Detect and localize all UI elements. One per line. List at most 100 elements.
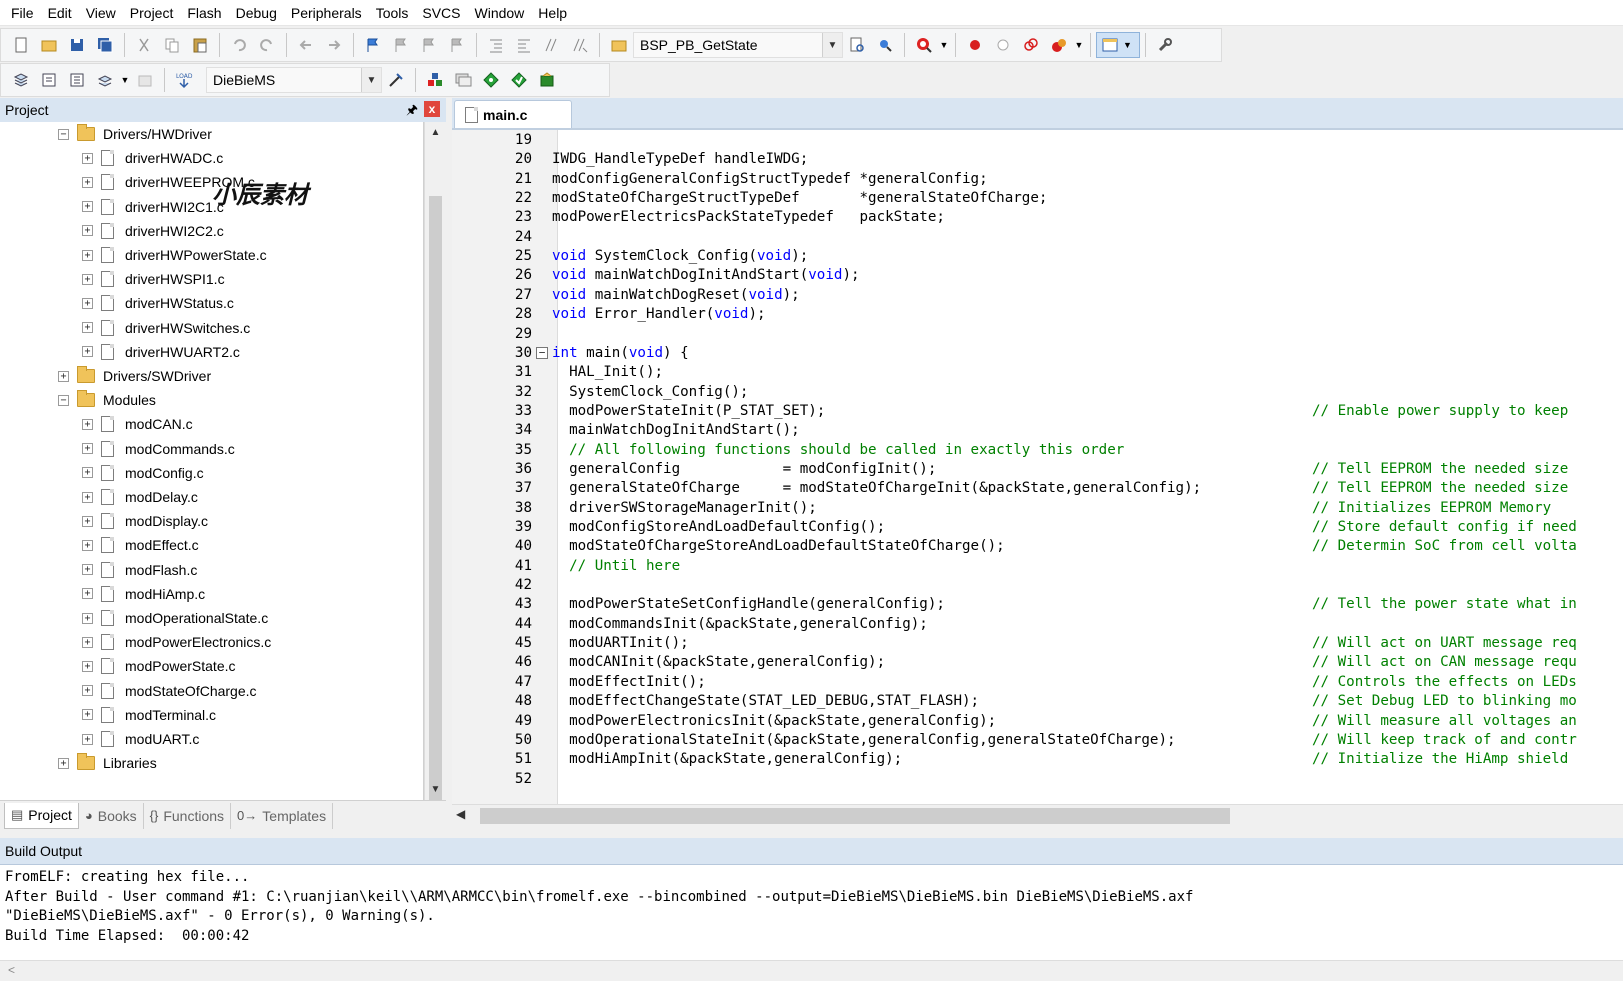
tree-file[interactable]: + driverHWStatus.c: [82, 291, 234, 315]
incremental-find-icon[interactable]: [872, 32, 898, 58]
build-icon[interactable]: [36, 67, 62, 93]
pack-installer-icon[interactable]: [506, 67, 532, 93]
menu-item-tools[interactable]: Tools: [369, 0, 416, 26]
debug-session-icon[interactable]: [911, 32, 937, 58]
function-combo[interactable]: BSP_PB_GetState ▼: [633, 32, 843, 58]
open-folder-icon[interactable]: [36, 32, 62, 58]
tree-file[interactable]: + modFlash.c: [82, 558, 197, 582]
expand-icon[interactable]: +: [82, 709, 93, 721]
save-all-icon[interactable]: [92, 32, 118, 58]
menu-item-peripherals[interactable]: Peripherals: [284, 0, 369, 26]
expand-icon[interactable]: +: [82, 564, 93, 576]
breakpoint-icon[interactable]: [962, 32, 988, 58]
tree-file[interactable]: + modUART.c: [82, 727, 199, 751]
window-layout-button[interactable]: ▼: [1096, 32, 1140, 58]
bookmark-clear-icon[interactable]: [444, 32, 470, 58]
bookmark-next-icon[interactable]: [416, 32, 442, 58]
tree-file[interactable]: + driverHWI2C1.c: [82, 195, 224, 219]
tree-folder[interactable]: + Drivers/SWDriver: [58, 364, 211, 388]
expand-icon[interactable]: +: [82, 418, 93, 430]
menu-item-project[interactable]: Project: [123, 0, 181, 26]
cut-icon[interactable]: [131, 32, 157, 58]
redo-icon[interactable]: [254, 32, 280, 58]
tree-file[interactable]: + driverHWUART2.c: [82, 340, 240, 364]
project-tree-scrollbar[interactable]: ▲ ▼: [424, 122, 446, 807]
tree-file[interactable]: + driverHWI2C2.c: [82, 219, 224, 243]
find-icon[interactable]: [844, 32, 870, 58]
expand-icon[interactable]: +: [82, 636, 93, 648]
undo-icon[interactable]: [226, 32, 252, 58]
collapse-icon[interactable]: −: [58, 128, 69, 140]
translate-icon[interactable]: [8, 67, 34, 93]
menu-item-view[interactable]: View: [79, 0, 123, 26]
stop-build-icon[interactable]: [132, 67, 158, 93]
target-combo[interactable]: DieBieMS ▼: [206, 67, 382, 93]
expand-icon[interactable]: +: [82, 491, 93, 503]
new-file-icon[interactable]: [8, 32, 34, 58]
comment-icon[interactable]: [539, 32, 565, 58]
breakpoint-disable-all-icon[interactable]: [1018, 32, 1044, 58]
bookmark-icon[interactable]: [360, 32, 386, 58]
chevron-down-icon[interactable]: ▼: [939, 32, 949, 58]
select-packs-icon[interactable]: [450, 67, 476, 93]
menu-item-flash[interactable]: Flash: [180, 0, 228, 26]
tab-templates[interactable]: 0→ Templates: [231, 802, 334, 829]
tab-main-c[interactable]: main.c: [454, 100, 572, 128]
tree-folder[interactable]: − Drivers/HWDriver: [58, 122, 212, 146]
configure-wrench-icon[interactable]: [1152, 32, 1178, 58]
expand-icon[interactable]: +: [82, 249, 93, 261]
expand-icon[interactable]: +: [82, 612, 93, 624]
expand-icon[interactable]: +: [82, 733, 93, 745]
tree-file[interactable]: + modDelay.c: [82, 485, 198, 509]
save-icon[interactable]: [64, 32, 90, 58]
collapse-icon[interactable]: −: [58, 394, 69, 406]
tree-file[interactable]: + modPowerElectronics.c: [82, 630, 271, 654]
uncomment-icon[interactable]: [567, 32, 593, 58]
tree-file[interactable]: + modDisplay.c: [82, 509, 208, 533]
tree-folder[interactable]: + Libraries: [58, 751, 157, 775]
nav-forward-icon[interactable]: [321, 32, 347, 58]
expand-icon[interactable]: +: [82, 660, 93, 672]
expand-icon[interactable]: +: [82, 225, 93, 237]
build-output-scrollbar[interactable]: <: [0, 960, 1623, 981]
chevron-down-icon[interactable]: ▼: [1074, 32, 1084, 58]
expand-icon[interactable]: +: [82, 176, 93, 188]
tab-project[interactable]: ▤ Project: [4, 802, 79, 829]
download-load-icon[interactable]: LOAD: [171, 67, 197, 93]
expand-icon[interactable]: +: [82, 443, 93, 455]
tree-file[interactable]: + modOperationalState.c: [82, 606, 268, 630]
tree-folder[interactable]: − Modules: [58, 388, 156, 412]
close-icon[interactable]: x: [424, 101, 440, 117]
tree-file[interactable]: + modStateOfCharge.c: [82, 679, 257, 703]
tab-books[interactable]: ◕ Books: [79, 802, 144, 829]
manage-project-items-icon[interactable]: [422, 67, 448, 93]
tree-file[interactable]: + modConfig.c: [82, 461, 204, 485]
expand-icon[interactable]: +: [82, 685, 93, 697]
tree-file[interactable]: + driverHWSwitches.c: [82, 316, 250, 340]
tree-file[interactable]: + modHiAmp.c: [82, 582, 205, 606]
tree-file[interactable]: + driverHWPowerState.c: [82, 243, 267, 267]
menu-item-edit[interactable]: Edit: [41, 0, 79, 26]
batch-build-icon[interactable]: [92, 67, 118, 93]
build-output-panel[interactable]: FromELF: creating hex file... After Build…: [0, 864, 1623, 960]
expand-icon[interactable]: +: [82, 297, 93, 309]
tab-functions[interactable]: {} Functions: [144, 802, 232, 829]
scroll-left-icon[interactable]: <: [8, 963, 15, 977]
menu-item-file[interactable]: File: [4, 0, 41, 26]
fold-toggle-icon[interactable]: −: [536, 346, 548, 359]
expand-icon[interactable]: +: [82, 539, 93, 551]
rebuild-icon[interactable]: [64, 67, 90, 93]
target-options-icon[interactable]: [383, 67, 409, 93]
tree-file[interactable]: + modPowerState.c: [82, 654, 236, 678]
code-editor[interactable]: 19 20 IWDG_HandleTypeDef handleIWDG; 21 modC…: [452, 128, 1623, 804]
breakpoint-disable-icon[interactable]: [990, 32, 1016, 58]
expand-icon[interactable]: +: [82, 273, 93, 285]
find-in-files-icon[interactable]: [606, 32, 632, 58]
expand-icon[interactable]: +: [82, 467, 93, 479]
tree-file[interactable]: + modCommands.c: [82, 437, 235, 461]
expand-icon[interactable]: +: [58, 370, 69, 382]
chevron-down-icon[interactable]: ▼: [822, 33, 842, 57]
tree-file[interactable]: + modCAN.c: [82, 412, 193, 436]
nav-back-icon[interactable]: [293, 32, 319, 58]
expand-icon[interactable]: +: [58, 757, 69, 769]
